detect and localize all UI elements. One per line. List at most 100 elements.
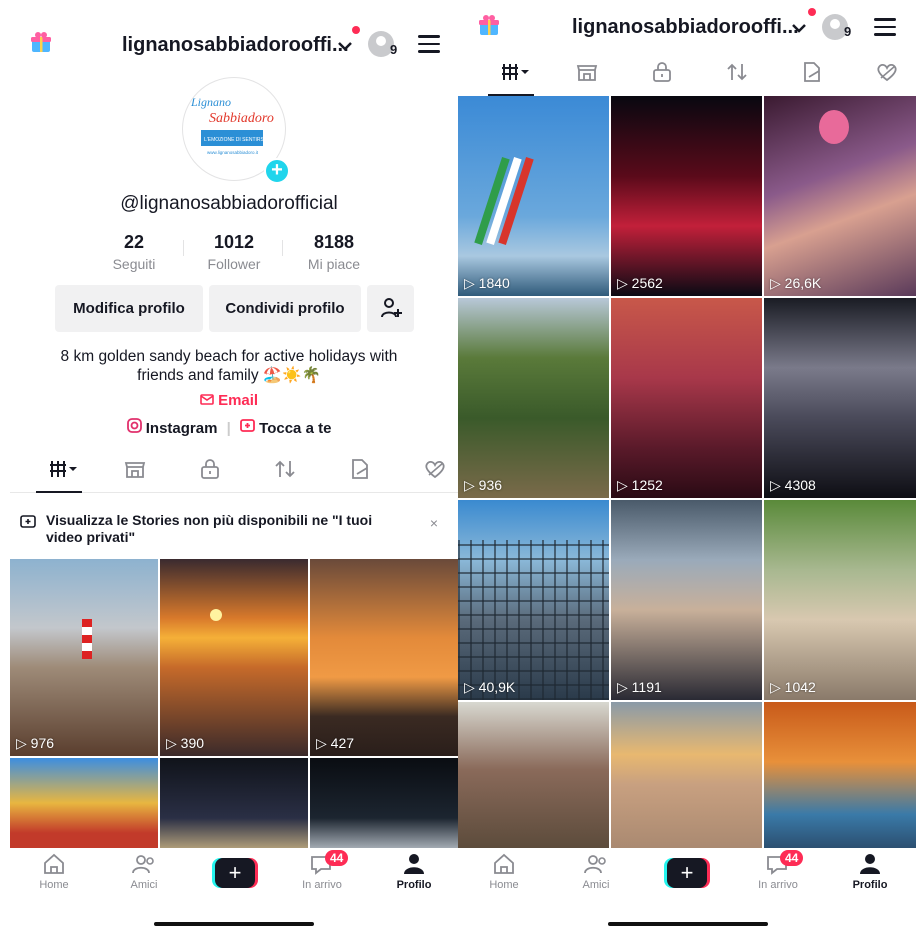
edit-profile-button[interactable]: Modifica profilo: [55, 285, 203, 332]
chevron-down-icon[interactable]: [337, 40, 353, 52]
tab-private[interactable]: [622, 50, 698, 96]
video-thumbnail[interactable]: [10, 758, 158, 849]
heart-eye-icon: [877, 63, 897, 82]
inbox-badge: 44: [780, 850, 804, 866]
profile-tabs: [462, 50, 916, 96]
tab-reposts[interactable]: [245, 447, 321, 493]
menu-icon[interactable]: [874, 18, 896, 36]
hidden-video-icon: [804, 62, 820, 82]
nav-inbox[interactable]: In arrivo: [282, 852, 362, 891]
nav-profile[interactable]: Profilo: [374, 852, 454, 891]
email-link[interactable]: Email: [0, 392, 458, 409]
nav-inbox[interactable]: In arrivo: [738, 852, 818, 891]
lock-icon: [201, 459, 219, 479]
nav-home[interactable]: Home: [464, 852, 544, 891]
tab-liked[interactable]: [847, 50, 916, 96]
video-view-count: ▷ 390: [166, 735, 205, 751]
video-thumbnail[interactable]: ▷ 4308: [764, 298, 916, 498]
chevron-down-icon[interactable]: [791, 22, 807, 34]
video-thumbnail[interactable]: [458, 702, 609, 848]
add-story-icon[interactable]: +: [264, 158, 290, 184]
video-view-count: ▷ 936: [464, 477, 503, 493]
video-thumbnail[interactable]: ▷ 390: [160, 559, 308, 756]
grid-icon: [50, 461, 77, 477]
account-count: 9: [390, 42, 398, 57]
tab-reposts[interactable]: [697, 50, 773, 96]
inbox-badge: 44: [325, 850, 349, 866]
video-view-count: ▷ 1191: [617, 679, 662, 695]
video-thumbnail[interactable]: [764, 702, 916, 848]
tab-videos[interactable]: [472, 50, 548, 96]
username-switcher[interactable]: lignanosabbiadorooffi...: [122, 34, 349, 57]
video-thumbnail[interactable]: ▷ 40,9K: [458, 500, 609, 700]
create-button[interactable]: +: [664, 858, 710, 888]
svg-text:Lignano: Lignano: [190, 95, 231, 109]
bottom-nav: Home Amici + In arrivo 44 Profilo: [0, 848, 458, 908]
close-notice-button[interactable]: ×: [430, 515, 438, 531]
stories-icon: [20, 515, 36, 528]
menu-icon[interactable]: [418, 35, 440, 53]
video-thumbnail[interactable]: ▷ 1252: [611, 298, 762, 498]
gift-icon[interactable]: [478, 14, 500, 36]
plus-icon: +: [215, 858, 255, 888]
video-view-count: ▷ 976: [16, 735, 55, 751]
tab-shop[interactable]: [95, 447, 171, 493]
nav-friends[interactable]: Amici: [104, 852, 184, 891]
video-thumbnail[interactable]: ▷ 2562: [611, 96, 762, 296]
video-thumbnail[interactable]: ▷ 976: [10, 559, 158, 756]
tab-shop[interactable]: [547, 50, 623, 96]
create-button[interactable]: +: [212, 858, 258, 888]
stat-followers[interactable]: 1012 Follower: [184, 232, 284, 272]
stat-following[interactable]: 22 Seguiti: [84, 232, 184, 272]
home-icon: [494, 853, 514, 874]
email-icon: [200, 394, 214, 405]
video-thumbnail[interactable]: ▷ 26,6K: [764, 96, 916, 296]
video-thumbnail[interactable]: ▷ 1191: [611, 500, 762, 700]
instagram-link[interactable]: Instagram: [146, 420, 218, 437]
svg-text:L'EMOZIONE DI SENTIRSI BENE: L'EMOZIONE DI SENTIRSI BENE: [204, 137, 281, 143]
lock-icon: [653, 62, 671, 82]
video-view-count: ▷ 26,6K: [770, 275, 822, 291]
tab-private[interactable]: [170, 447, 246, 493]
plus-icon: +: [667, 858, 707, 888]
tab-hidden[interactable]: [772, 50, 848, 96]
nav-home[interactable]: Home: [14, 852, 94, 891]
svg-text:www.lignanosabbiadoro.it: www.lignanosabbiadoro.it: [207, 150, 259, 155]
profile-handle: @lignanosabbiadorofficial: [120, 193, 338, 214]
tocca-a-te-icon: [240, 419, 255, 432]
home-icon: [44, 853, 64, 874]
friends-icon: [584, 855, 606, 874]
divider: [183, 240, 184, 256]
username-switcher[interactable]: lignanosabbiadorooffi...: [572, 16, 799, 39]
tab-videos[interactable]: [20, 447, 96, 493]
share-profile-button[interactable]: Condividi profilo: [209, 285, 361, 332]
video-view-count: ▷ 4308: [770, 477, 816, 493]
add-friends-button[interactable]: [367, 285, 414, 332]
tab-liked[interactable]: [395, 447, 458, 493]
gift-icon[interactable]: [30, 31, 52, 53]
video-view-count: ▷ 1840: [464, 275, 510, 291]
video-thumbnail[interactable]: ▷ 936: [458, 298, 609, 498]
heart-eye-icon: [425, 460, 445, 479]
stat-likes[interactable]: 8188 Mi piace: [284, 232, 384, 272]
video-thumbnail[interactable]: ▷ 1042: [764, 500, 916, 700]
bottom-nav: Home Amici + In arrivo 44 Profilo: [458, 848, 916, 908]
tab-hidden[interactable]: [320, 447, 396, 493]
instagram-icon: [126, 418, 142, 433]
video-grid-right: ▷ 1840 ▷ 2562 ▷ 26,6K ▷ 936 ▷ 1252 ▷ 430…: [458, 96, 916, 848]
profile-screen-left: lignanosabbiadorooffi... 9 Lignano Sabbi…: [0, 0, 458, 926]
video-thumbnail[interactable]: [310, 758, 458, 849]
video-thumbnail[interactable]: ▷ 1840: [458, 96, 609, 296]
nav-friends[interactable]: Amici: [556, 852, 636, 891]
tocca-a-te-link[interactable]: Tocca a te: [259, 420, 331, 437]
shop-icon: [124, 462, 146, 478]
home-indicator: [608, 922, 768, 926]
video-thumbnail[interactable]: [611, 702, 762, 848]
video-thumbnail[interactable]: [160, 758, 308, 849]
video-thumbnail[interactable]: ▷ 427: [310, 559, 458, 756]
stories-notice[interactable]: Visualizza le Stories non più disponibil…: [20, 512, 450, 546]
home-indicator: [154, 922, 314, 926]
video-grid-left: ▷ 976 ▷ 390 ▷ 427: [10, 559, 458, 849]
nav-profile[interactable]: Profilo: [830, 852, 910, 891]
video-view-count: ▷ 2562: [617, 275, 663, 291]
